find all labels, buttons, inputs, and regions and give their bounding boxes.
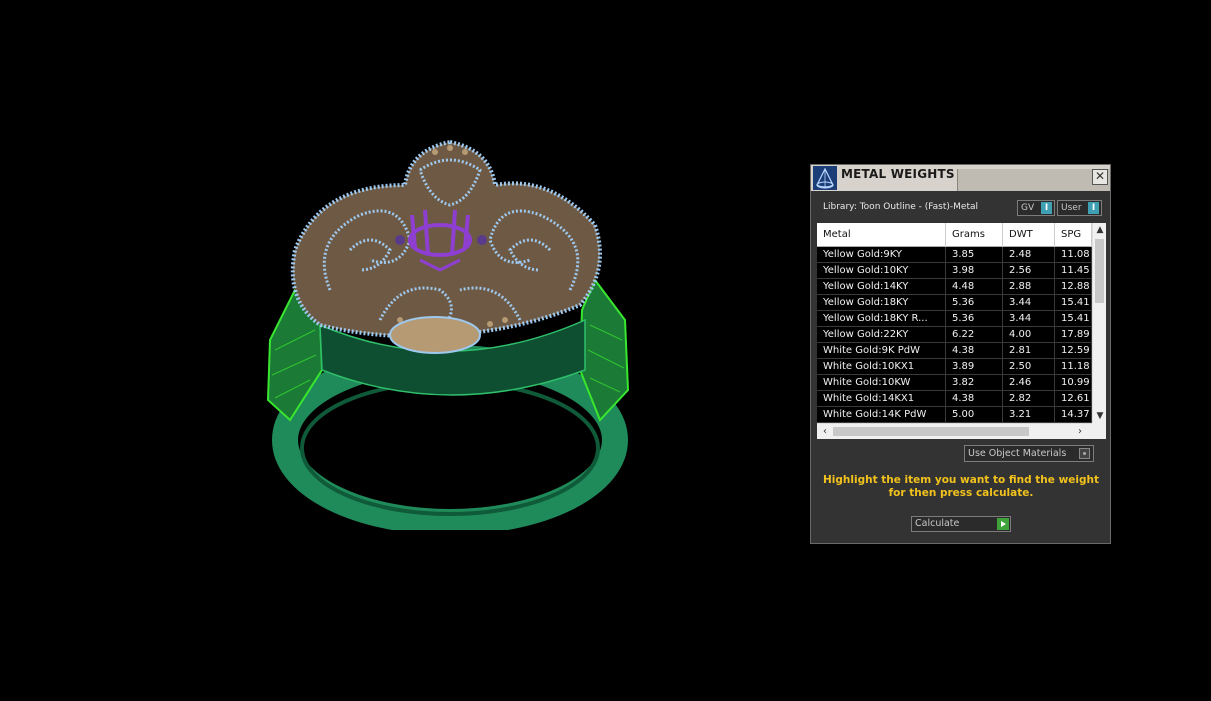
spg-cell: 17.89: [1055, 327, 1092, 343]
spg-cell: 15.41: [1055, 311, 1092, 327]
user-toggle-indicator: I: [1088, 202, 1099, 214]
table-row[interactable]: Yellow Gold:22KY 6.22 4.00 17.89: [817, 327, 1092, 343]
head-base-tab: [389, 316, 481, 354]
dwt-cell: 3.44: [1003, 295, 1055, 311]
spg-cell: 10.99: [1055, 375, 1092, 391]
metal-cell: White Gold:9K PdW: [817, 343, 946, 359]
table-row[interactable]: Yellow Gold:18KY 5.36 3.44 15.41: [817, 295, 1092, 311]
grams-cell: 3.98: [946, 263, 1003, 279]
arrow-right-icon[interactable]: ›: [1072, 424, 1088, 439]
table-row[interactable]: Yellow Gold:14KY 4.48 2.88 12.88: [817, 279, 1092, 295]
dwt-cell: 2.46: [1003, 375, 1055, 391]
dwt-cell: 2.56: [1003, 263, 1055, 279]
metal-weights-table[interactable]: Metal Grams DWT SPG Yellow Gold:9KY 3.85 2…: [817, 223, 1106, 439]
dwt-cell: 3.21: [1003, 407, 1055, 423]
grams-cell: 5.36: [946, 311, 1003, 327]
metal-cell: Yellow Gold:18KY R...: [817, 311, 946, 327]
metal-cell: White Gold:10KX1: [817, 359, 946, 375]
gv-toggle[interactable]: GV I: [1017, 200, 1055, 216]
table-row[interactable]: White Gold:10KX1 3.89 2.50 11.18: [817, 359, 1092, 375]
spg-cell: 12.59: [1055, 343, 1092, 359]
dwt-cell: 2.88: [1003, 279, 1055, 295]
vertical-scrollbar[interactable]: ▲ ▼: [1092, 223, 1106, 423]
grams-cell: 4.38: [946, 343, 1003, 359]
gv-toggle-indicator: I: [1041, 202, 1052, 214]
metal-cell: Yellow Gold:10KY: [817, 263, 946, 279]
user-toggle-label: User: [1061, 203, 1082, 213]
dwt-cell: 3.44: [1003, 311, 1055, 327]
metal-cell: White Gold:14KX1: [817, 391, 946, 407]
column-header-metal[interactable]: Metal: [817, 223, 946, 247]
use-object-materials-label: Use Object Materials: [968, 448, 1067, 459]
dwt-cell: 2.50: [1003, 359, 1055, 375]
spg-cell: 12.61: [1055, 391, 1092, 407]
grams-cell: 3.85: [946, 247, 1003, 263]
ring-model[interactable]: [250, 130, 650, 530]
horizontal-scrollbar[interactable]: ‹ ›: [817, 423, 1092, 439]
gv-toggle-label: GV: [1021, 203, 1035, 213]
spg-cell: 11.18: [1055, 359, 1092, 375]
metal-cell: Yellow Gold:9KY: [817, 247, 946, 263]
grams-cell: 3.82: [946, 375, 1003, 391]
play-arrow-icon: [997, 518, 1009, 530]
arrow-down-icon[interactable]: ▼: [1093, 409, 1106, 423]
grams-cell: 3.89: [946, 359, 1003, 375]
wireframe-cone-icon: [813, 166, 837, 190]
close-button[interactable]: ✕: [1092, 169, 1108, 185]
metal-cell: Yellow Gold:22KY: [817, 327, 946, 343]
use-object-materials-radio[interactable]: [1079, 448, 1090, 459]
grams-cell: 5.00: [946, 407, 1003, 423]
metal-cell: White Gold:10KW: [817, 375, 946, 391]
vertical-scroll-thumb[interactable]: [1095, 239, 1104, 303]
spg-cell: 12.88: [1055, 279, 1092, 295]
calculate-button[interactable]: Calculate: [911, 516, 1011, 532]
panel-title: METAL WEIGHTS: [841, 167, 955, 181]
metal-weights-panel: METAL WEIGHTS ✕ Library: Toon Outline - …: [810, 164, 1111, 544]
arrow-up-icon[interactable]: ▲: [1093, 223, 1106, 237]
table-row[interactable]: White Gold:10KW 3.82 2.46 10.99: [817, 375, 1092, 391]
table-row[interactable]: White Gold:14KX1 4.38 2.82 12.61: [817, 391, 1092, 407]
arrow-left-icon[interactable]: ‹: [817, 424, 833, 439]
table-row[interactable]: Yellow Gold:18KY R... 5.36 3.44 15.41: [817, 311, 1092, 327]
ring-band-inner: [300, 380, 600, 516]
calculate-label: Calculate: [915, 518, 960, 529]
filigree-head: [290, 139, 602, 339]
spg-cell: 11.45: [1055, 263, 1092, 279]
grams-cell: 5.36: [946, 295, 1003, 311]
metal-cell: White Gold:14K PdW: [817, 407, 946, 423]
dwt-cell: 4.00: [1003, 327, 1055, 343]
column-header-spg[interactable]: SPG: [1055, 223, 1092, 247]
titlebar-tab-area: [957, 169, 1110, 191]
metal-cell: Yellow Gold:14KY: [817, 279, 946, 295]
table-body: Yellow Gold:9KY 3.85 2.48 11.08 Yellow Gold:…: [817, 247, 1092, 423]
dwt-cell: 2.82: [1003, 391, 1055, 407]
use-object-materials-option[interactable]: Use Object Materials: [964, 445, 1094, 462]
table-row[interactable]: White Gold:9K PdW 4.38 2.81 12.59: [817, 343, 1092, 359]
grams-cell: 6.22: [946, 327, 1003, 343]
panel-titlebar[interactable]: METAL WEIGHTS ✕: [811, 165, 1110, 191]
dwt-cell: 2.48: [1003, 247, 1055, 263]
column-header-grams[interactable]: Grams: [946, 223, 1003, 247]
table-row[interactable]: White Gold:14K PdW 5.00 3.21 14.37: [817, 407, 1092, 423]
library-label: Library: Toon Outline - (Fast)-Metal: [823, 202, 978, 212]
table-row[interactable]: Yellow Gold:9KY 3.85 2.48 11.08: [817, 247, 1092, 263]
table-row[interactable]: Yellow Gold:10KY 3.98 2.56 11.45: [817, 263, 1092, 279]
horizontal-scroll-thumb[interactable]: [833, 427, 1029, 436]
spg-cell: 15.41: [1055, 295, 1092, 311]
instruction-text: Highlight the item you want to find the …: [823, 474, 1099, 499]
table-header: Metal Grams DWT SPG: [817, 223, 1092, 247]
column-header-dwt[interactable]: DWT: [1003, 223, 1055, 247]
spg-cell: 14.37: [1055, 407, 1092, 423]
scroll-corner: [1092, 423, 1106, 439]
grams-cell: 4.38: [946, 391, 1003, 407]
dwt-cell: 2.81: [1003, 343, 1055, 359]
spg-cell: 11.08: [1055, 247, 1092, 263]
grams-cell: 4.48: [946, 279, 1003, 295]
user-toggle[interactable]: User I: [1057, 200, 1102, 216]
metal-cell: Yellow Gold:18KY: [817, 295, 946, 311]
close-icon: ✕: [1094, 169, 1106, 183]
